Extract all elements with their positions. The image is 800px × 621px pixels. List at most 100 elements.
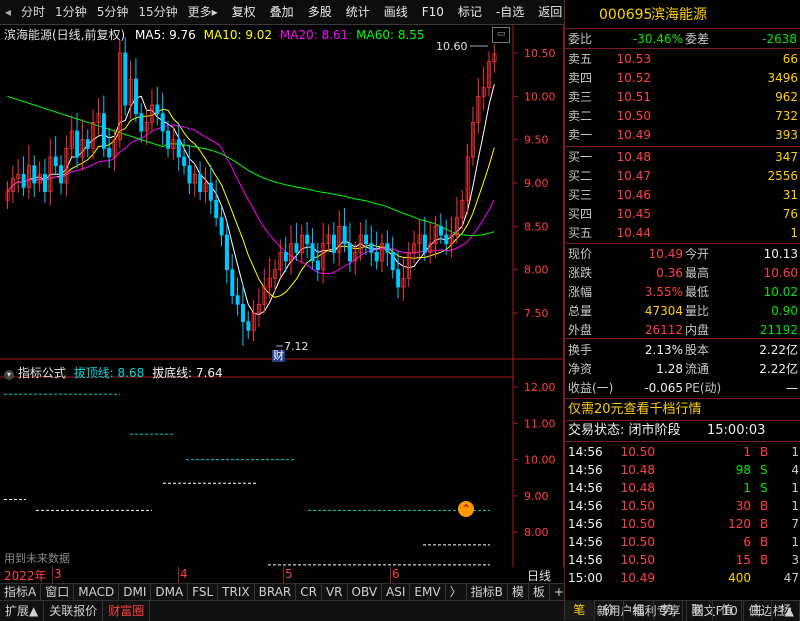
kline-chart-panel[interactable]: 10.5010.009.509.008.508.007.50 12.0011.0… (0, 24, 564, 567)
tick-row[interactable]: 14:5610.50120B7 (565, 515, 800, 533)
statistics-button[interactable]: 统计 (341, 0, 375, 24)
sell-order-row[interactable]: 卖五10.5366 (565, 50, 800, 68)
tick-row[interactable]: 15:0010.4940047 (565, 569, 800, 587)
tab-cr[interactable]: CR (296, 584, 322, 601)
tab-value[interactable]: 值 (712, 600, 742, 620)
stat-value: 2.22亿 (759, 360, 798, 378)
tab-trend[interactable]: 势 (653, 600, 683, 620)
sell-order-row[interactable]: 卖一10.49393 (565, 126, 800, 144)
fuquan-button[interactable]: 复权 (227, 0, 261, 24)
tick-row[interactable]: 14:5610.506B1 (565, 533, 800, 551)
candle-body (241, 304, 244, 321)
buy-order-row[interactable]: 买四10.4576 (565, 205, 800, 223)
buy-order-row[interactable]: 买一10.48347 (565, 148, 800, 166)
sell-order-row[interactable]: 卖四10.523496 (565, 69, 800, 87)
tab-main[interactable]: 主 (741, 600, 771, 620)
tick-time: 14:56 (568, 515, 603, 533)
back-button[interactable]: 返回 (533, 0, 567, 24)
tab-5min[interactable]: 5分钟 (92, 0, 134, 24)
divider (565, 420, 800, 421)
related-quote-button[interactable]: 关联报价 (44, 601, 103, 621)
kline-chart[interactable]: 10.5010.009.509.008.508.007.50 12.0011.0… (0, 24, 564, 567)
draw-line-button[interactable]: 画线 (379, 0, 413, 24)
sell-order-row[interactable]: 卖二10.50732 (565, 107, 800, 125)
period-daily-label[interactable]: 日线 (527, 567, 551, 584)
stat-row[interactable]: 涨跌0.36最高10.60 (565, 264, 800, 282)
sell-order-row[interactable]: 卖三10.51962 (565, 88, 800, 106)
stat-row[interactable]: 总量47304量比0.90 (565, 302, 800, 320)
buy-order-row[interactable]: 买三10.4631 (565, 186, 800, 204)
tab-next-icon[interactable]: 〉 (446, 584, 467, 601)
buy-order-row[interactable]: 买二10.472556 (565, 167, 800, 185)
tab-price[interactable]: 价 (594, 600, 624, 620)
tab-15min[interactable]: 15分钟 (133, 0, 182, 24)
tab-window[interactable]: 窗口 (41, 584, 74, 601)
tab-more[interactable]: 更多▸ (183, 0, 223, 24)
tick-row[interactable]: 14:5610.4898S4 (565, 461, 800, 479)
tab-trix[interactable]: TRIX (218, 584, 254, 601)
order-level-label: 买一 (568, 148, 592, 166)
candle-body (43, 174, 46, 191)
tab-emv[interactable]: EMV (410, 584, 445, 601)
stat-row[interactable]: 涨幅3.55%最低10.02 (565, 283, 800, 301)
tab-tick[interactable]: 笔 (564, 600, 594, 620)
tab-vr[interactable]: VR (322, 584, 348, 601)
stat-value: 10.13 (764, 245, 798, 263)
candle-body (247, 322, 250, 331)
order-level-label: 卖二 (568, 107, 592, 125)
order-volume: 393 (775, 126, 798, 144)
candle-body (225, 235, 228, 270)
chart-settings-icon[interactable]: ▭ (492, 27, 510, 43)
tab-indicator-a[interactable]: 指标A (0, 584, 41, 601)
tick-row[interactable]: 14:5610.501B1 (565, 443, 800, 461)
tab-fsl[interactable]: FSL (188, 584, 218, 601)
tab-brar[interactable]: BRAR (255, 584, 297, 601)
wealth-circle-button[interactable]: 财富圈 (103, 601, 150, 621)
indicator-tick-label: 8.00 (524, 526, 549, 539)
candle-body (134, 79, 137, 114)
tab-dma[interactable]: DMA (151, 584, 188, 601)
stat-row[interactable]: 收益(一)-0.065PE(动)— (565, 379, 800, 397)
candle-body (295, 244, 298, 253)
mark-button[interactable]: 标记 (453, 0, 487, 24)
tab-asi[interactable]: ASI (382, 584, 410, 601)
tick-row[interactable]: 14:5610.5030B1 (565, 497, 800, 515)
promo-link[interactable]: 仅需20元查看千档行情 (568, 401, 702, 419)
stat-row[interactable]: 换手2.13%股本2.22亿 (565, 341, 800, 359)
tick-row[interactable]: 14:5610.481S1 (565, 479, 800, 497)
tab-related[interactable]: 联 (682, 600, 712, 620)
buy-order-row[interactable]: 买五10.441 (565, 224, 800, 242)
stat-row[interactable]: 外盘26112内盘21192 (565, 321, 800, 339)
date-tick (390, 567, 391, 583)
tab-extra[interactable]: 扬 (771, 600, 800, 620)
indicator-collapse-icon[interactable]: ▾ (4, 370, 14, 380)
price-tick-label: 10.50 (524, 47, 556, 60)
tab-detail[interactable]: 细 (623, 600, 653, 620)
order-price: 10.49 (617, 126, 651, 144)
stat-row[interactable]: 现价10.49今开10.13 (565, 245, 800, 263)
tab-board[interactable]: 板 (529, 584, 550, 601)
stat-label: 流通 (685, 360, 709, 378)
scroll-left-button[interactable]: ◂ (0, 0, 16, 24)
remove-watchlist-button[interactable]: -自选 (491, 0, 529, 24)
tab-obv[interactable]: OBV (348, 584, 383, 601)
multi-stock-button[interactable]: 多股 (303, 0, 337, 24)
indicator-title[interactable]: 指标公式 (18, 366, 66, 380)
tab-template[interactable]: 模 (508, 584, 529, 601)
tab-1min[interactable]: 1分钟 (50, 0, 92, 24)
finance-report-icon[interactable]: 财 (272, 350, 285, 362)
tick-row[interactable]: 14:5610.5015B3 (565, 551, 800, 569)
promo-row[interactable]: 仅需20元查看千档行情 (565, 401, 800, 419)
stat-row[interactable]: 净资1.28流通2.22亿 (565, 360, 800, 378)
f10-button[interactable]: F10 (417, 0, 449, 24)
overlay-button[interactable]: 叠加 (265, 0, 299, 24)
order-price: 10.45 (617, 205, 651, 223)
expand-button[interactable]: 扩展▲ (0, 601, 44, 621)
indicator-tick-label: 11.00 (524, 417, 556, 430)
tab-dmi[interactable]: DMI (119, 584, 151, 601)
tab-timeshare[interactable]: 分时 (16, 0, 50, 24)
stat-label: 现价 (568, 245, 592, 263)
stat-label: 内盘 (685, 321, 709, 339)
tab-macd[interactable]: MACD (74, 584, 119, 601)
tab-indicator-b[interactable]: 指标B (467, 584, 508, 601)
